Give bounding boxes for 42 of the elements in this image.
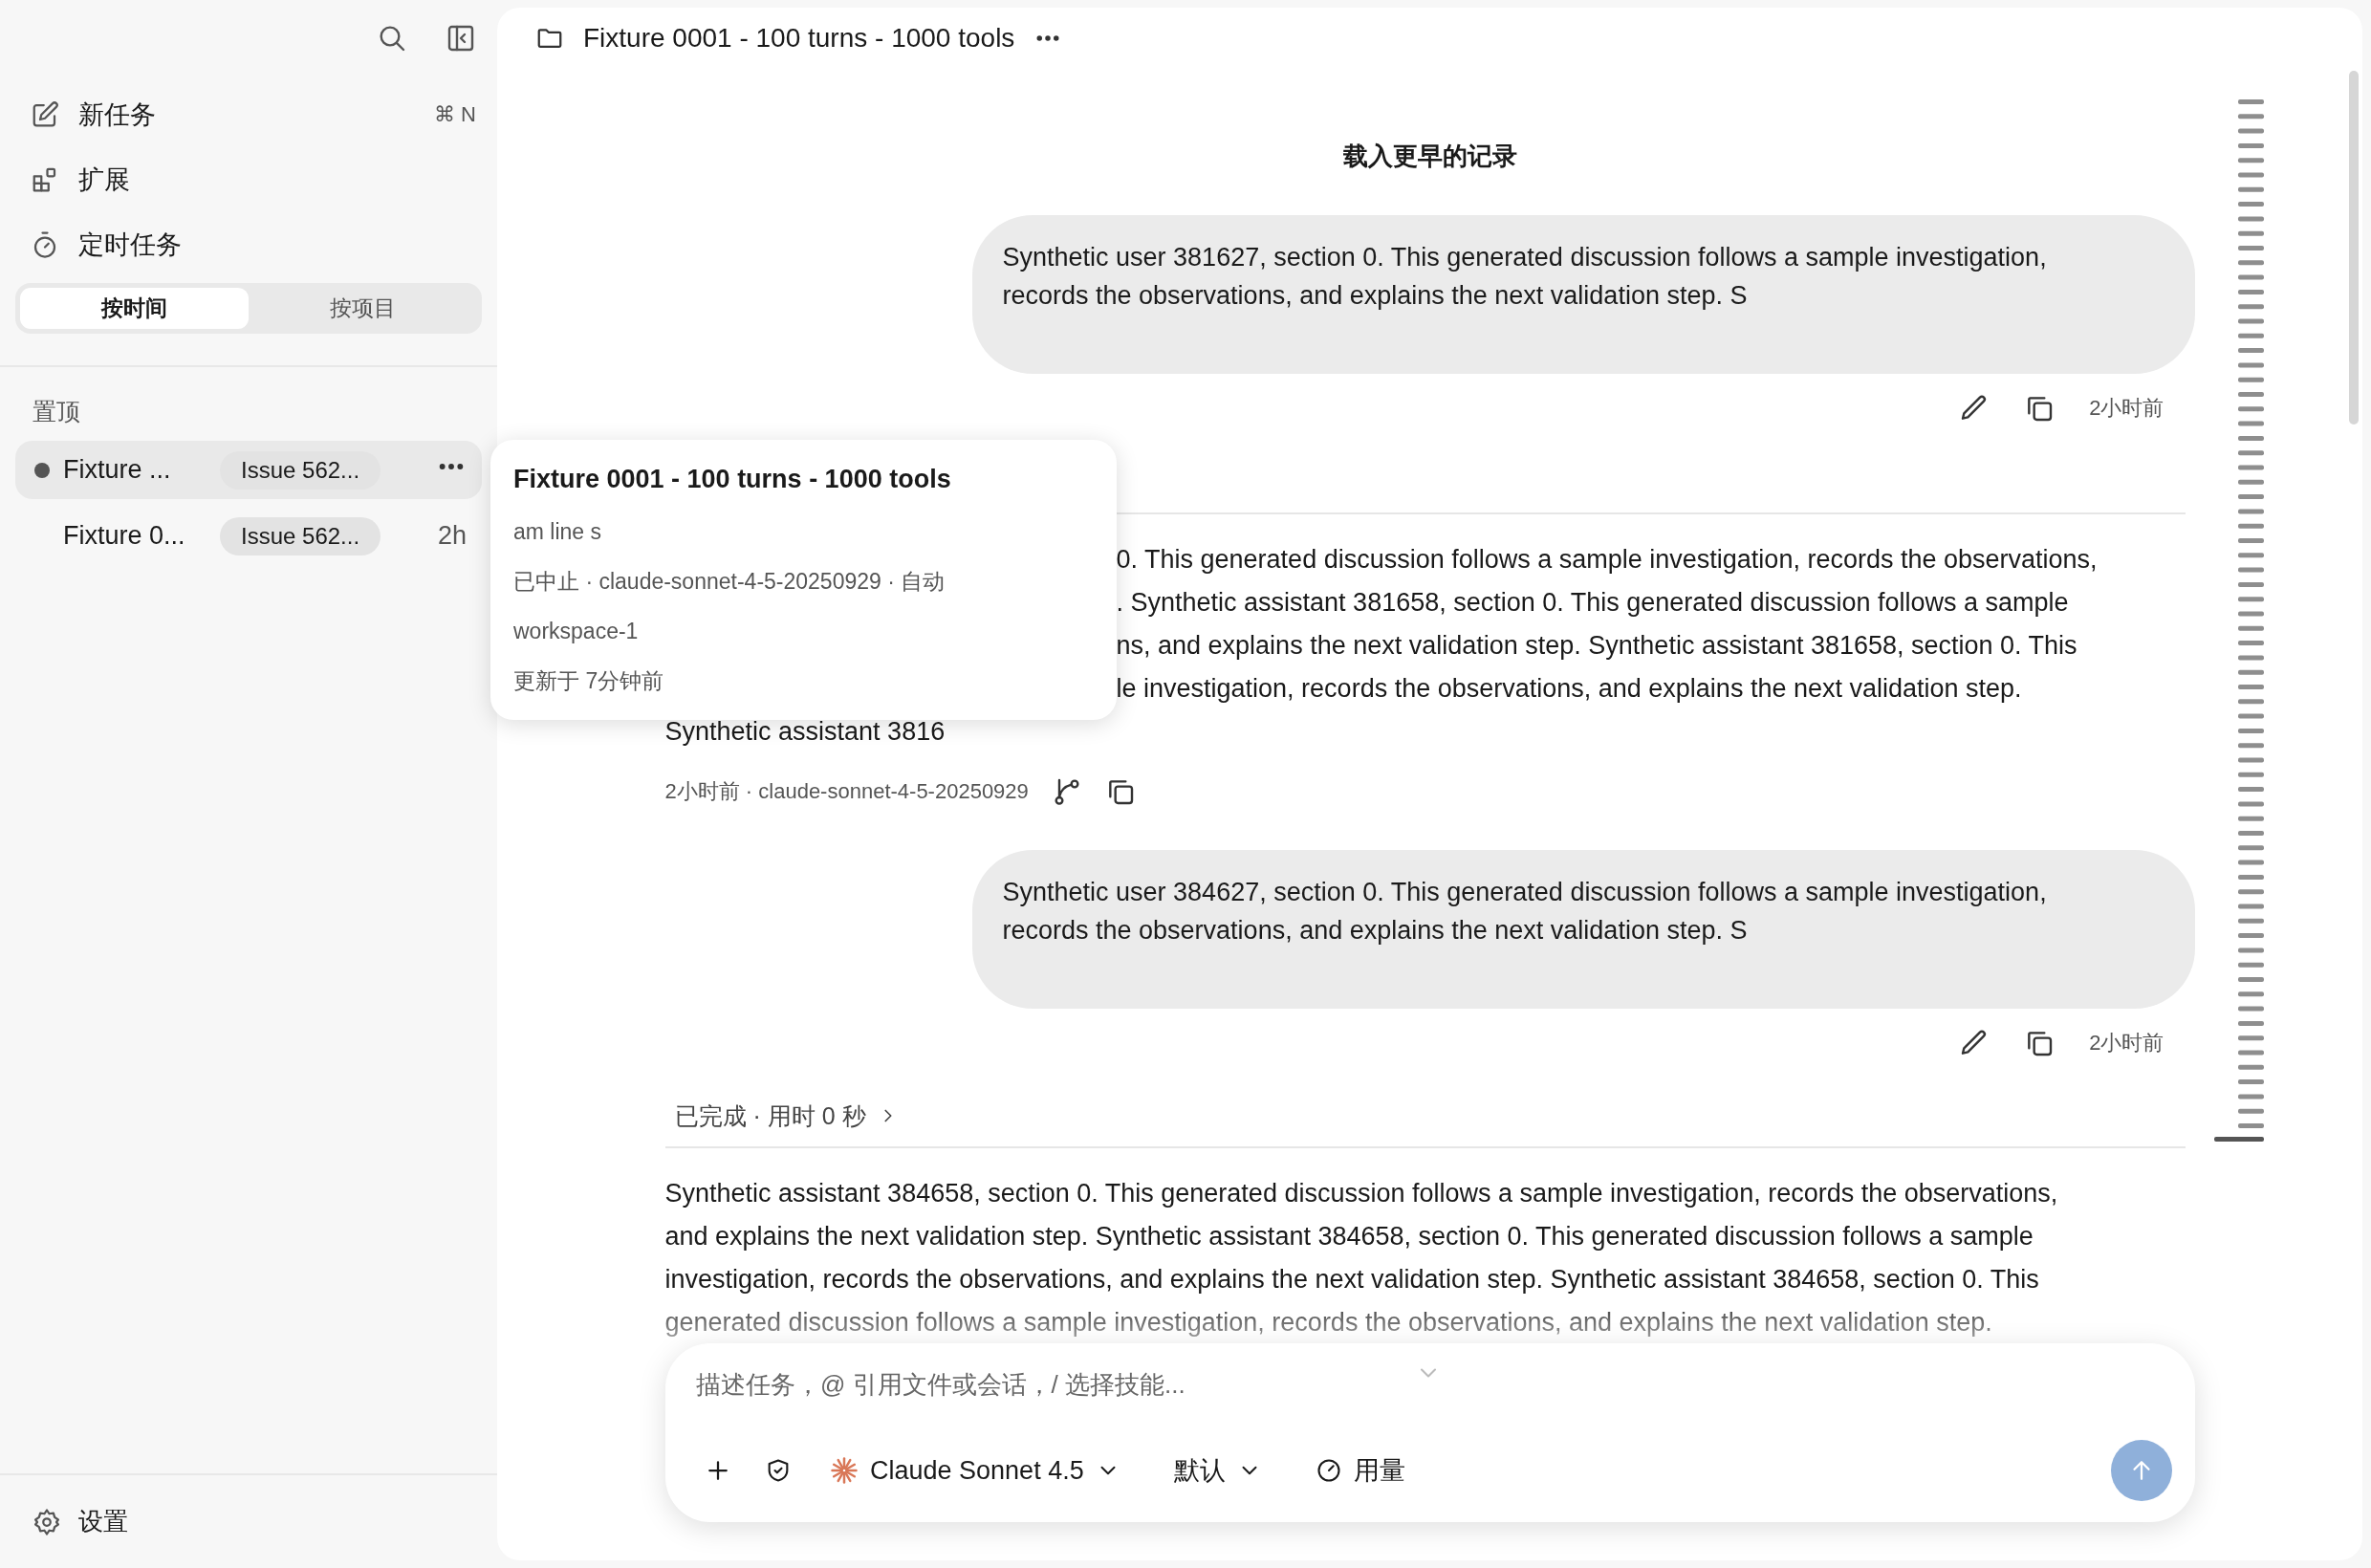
sidebar-toggle-icon[interactable]	[446, 23, 476, 54]
message-navigator[interactable]	[2214, 99, 2266, 1143]
tooltip-line: 已中止 · claude-sonnet-4-5-20250929 · 自动	[513, 568, 946, 596]
gear-icon	[33, 1507, 61, 1536]
task-title: Fixture 0...	[63, 521, 186, 551]
edit-icon	[31, 100, 59, 129]
status-label[interactable]: 已完成 · 用时 0 秒	[674, 1100, 866, 1132]
message-meta: 2小时前 · claude-sonnet-4-5-20250929	[664, 778, 1029, 805]
task-tag: Issue 562...	[220, 450, 381, 490]
scrollbar[interactable]	[2349, 71, 2359, 425]
model-selector[interactable]: Claude Sonnet 4.5	[822, 1451, 1128, 1490]
settings-item[interactable]: 设置	[0, 1475, 497, 1568]
usage-button[interactable]: 用量	[1307, 1449, 1413, 1492]
gauge-icon	[1315, 1457, 1342, 1484]
message-time: 2小时前	[2089, 395, 2164, 422]
mode-selector[interactable]: 默认	[1165, 1449, 1270, 1492]
message-text: 0. This generated discussion follows a sample investigation, records the observations, . Synthetic assistant 381658, section 0. This generated discussion follows a sample ns, and explains the next validation step. Synthetic assistant 381658, section 0. This le investigation, records the observations, and explains the next validation step.	[1116, 544, 2098, 705]
nav-item[interactable]: 定时任务	[0, 212, 497, 277]
tooltip-line: 更新于 7分钟前	[513, 667, 665, 695]
task-item[interactable]: Fixture ... Issue 562...	[15, 441, 482, 499]
tooltip-line: workspace-1	[513, 618, 640, 645]
sparkle-icon	[830, 1456, 859, 1485]
user-message-bubble: Synthetic user 381627, section 0. This generated discussion follows a sample investigation, records the observations, and explains the next validation step. S	[971, 215, 2195, 374]
load-earlier-link[interactable]: 载入更早的记录	[1342, 141, 1517, 171]
tooltip-title: Fixture 0001 - 100 turns - 1000 tools	[513, 465, 952, 494]
search-icon[interactable]	[377, 23, 407, 54]
nav-item[interactable]: 新任务 ⌘ N	[0, 82, 497, 147]
nav-item[interactable]: 扩展	[0, 147, 497, 212]
message-text: Synthetic assistant 384658, section 0. This generated discussion follows a sample investigation, records the observations, and explains the next validation step. Synthetic assistant 384658, section 0. This generated discussion follows a sample investigation, records the observations, and explains the next validation step. Synthetic assistant 384658, section 0. This generated discussion follows a sample investigation, records the observations, and explains the next validation step.	[664, 1178, 2058, 1339]
task-input[interactable]: 描述任务，@ 引用文件或会话，/ 选择技能...	[696, 1366, 2034, 1404]
task-title: Fixture 0001 - 100 turns - 1000 tools	[583, 23, 1015, 54]
user-message-bubble: Synthetic user 384627, section 0. This generated discussion follows a sample investigation, records the observations, and explains the next validation step. S	[971, 850, 2195, 1009]
message-text: Synthetic assistant 3816	[664, 716, 946, 748]
view-tab[interactable]: 按时间	[20, 288, 249, 329]
task-title: Fixture ...	[63, 455, 172, 485]
message-time: 2小时前	[2089, 1030, 2164, 1056]
section-title: 置顶	[32, 397, 81, 426]
view-tab[interactable]: 按项目	[249, 288, 477, 329]
task-tag: Issue 562...	[220, 516, 381, 555]
tooltip-line: am line s	[513, 518, 603, 546]
task-time: 2h	[437, 521, 467, 551]
task-item[interactable]: Fixture 0... Issue 562... 2h	[15, 507, 482, 565]
